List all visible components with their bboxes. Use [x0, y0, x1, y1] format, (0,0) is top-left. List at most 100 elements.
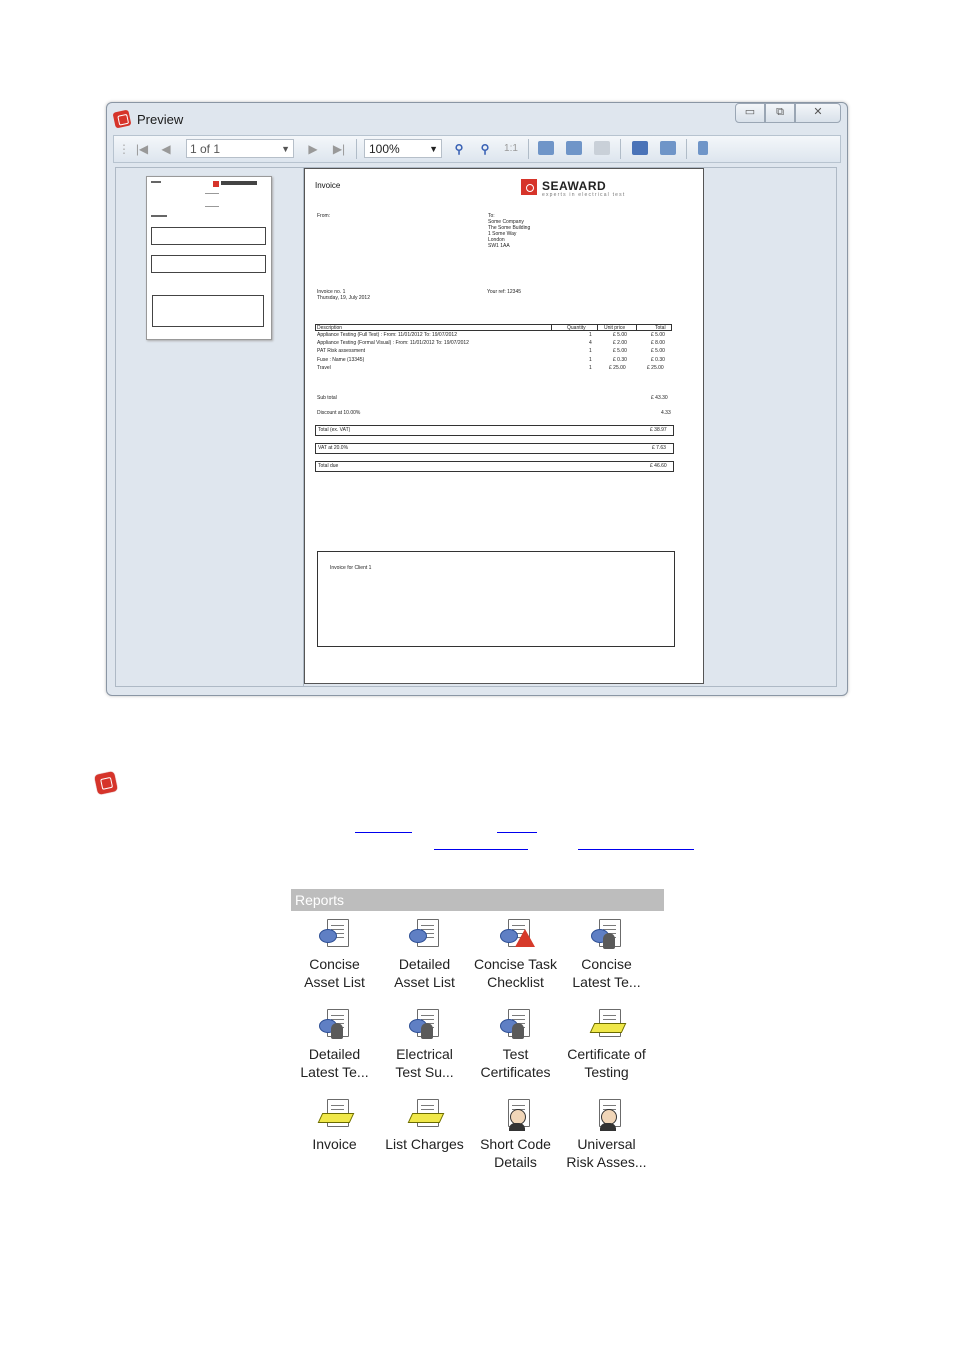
next-page-icon[interactable]: ▶: [306, 140, 320, 158]
report-universal-risk-assessment[interactable]: Universal Risk Asses...: [561, 1097, 652, 1171]
export-icon[interactable]: [594, 141, 610, 155]
table-row-quantity: 1: [589, 357, 592, 363]
table-rule: [315, 324, 316, 331]
report-label: Invoice: [312, 1136, 357, 1152]
report-concise-latest-test[interactable]: Concise Latest Te...: [561, 917, 652, 991]
table-row-description: Fuse : Name (13345): [317, 357, 365, 363]
print-icon[interactable]: [538, 141, 554, 155]
total-ex-vat-value: £ 38.97: [650, 427, 667, 433]
title-bar[interactable]: Preview ▭ ⧉ ✕: [107, 103, 847, 133]
hazard-report-icon: [499, 917, 535, 951]
thumbnail-table: [151, 227, 266, 245]
previous-page-icon[interactable]: ◀: [158, 140, 174, 158]
total-due-label: Total due: [318, 463, 339, 469]
restore-button[interactable]: ⧉: [765, 103, 795, 123]
table-row-quantity: 1: [589, 348, 592, 354]
table-row-quantity: 1: [589, 332, 592, 338]
report-concise-task-checklist[interactable]: Concise Task Checklist: [470, 917, 561, 991]
zoom-select[interactable]: 100% ▼: [364, 139, 442, 158]
report-certificate-of-testing[interactable]: Certificate of Testing: [561, 1007, 652, 1081]
close-button[interactable]: ✕: [795, 103, 841, 123]
report-label: Test Certificates: [480, 1046, 551, 1080]
report-label: Electrical Test Su...: [395, 1046, 454, 1080]
toolbar-separator: [686, 139, 687, 159]
thumbnail-note-box: [152, 295, 264, 327]
vat-box: VAT at 20.0% £ 7.63: [315, 443, 674, 454]
report-label: Short Code Details: [480, 1136, 551, 1170]
report-detailed-asset-list[interactable]: Detailed Asset List: [379, 917, 470, 991]
thumbnail-pane: [115, 167, 305, 687]
seaward-logo-tagline: experts in electrical test: [542, 192, 626, 198]
save-icon[interactable]: [632, 141, 648, 155]
table-row-total: £ 25.00: [647, 365, 664, 371]
report-label: Certificate of Testing: [567, 1046, 646, 1080]
invoice-date: Thursday, 19, July 2012: [317, 295, 370, 301]
total-ex-vat-label: Total (ex. VAT): [318, 427, 351, 433]
invoice-page: Invoice SEAWARD experts in electrical te…: [304, 168, 704, 684]
report-list-charges[interactable]: List Charges: [379, 1097, 470, 1153]
page-thumbnail[interactable]: [146, 176, 272, 340]
report-test-certificates[interactable]: Test Certificates: [470, 1007, 561, 1081]
report-concise-asset-list[interactable]: Concise Asset List: [289, 917, 380, 991]
table-row-unit-price: £ 2.00: [613, 340, 627, 346]
report-short-code-details[interactable]: Short Code Details: [470, 1097, 561, 1171]
toolbar-grip-icon: ⋮: [118, 142, 130, 156]
report-label: Concise Task Checklist: [473, 956, 557, 990]
minimize-button[interactable]: ▭: [735, 103, 765, 123]
report-person-icon: [318, 1007, 352, 1041]
window-controls: ▭ ⧉ ✕: [735, 103, 841, 123]
chevron-down-icon: ▼: [429, 144, 438, 154]
table-row-description: Travel: [317, 365, 331, 371]
link-underline[interactable]: [578, 849, 694, 850]
thumbnail-line: [151, 181, 161, 183]
first-page-icon[interactable]: |◀: [134, 140, 150, 158]
page-indicator[interactable]: 1 of 1 ▼: [186, 139, 294, 158]
bookmark-icon[interactable]: [698, 141, 708, 155]
chevron-down-icon: ▼: [281, 144, 290, 154]
zoom-out-icon[interactable]: ⚲: [476, 140, 494, 158]
link-underline[interactable]: [355, 832, 412, 833]
certificate-table-icon: [589, 1007, 626, 1041]
report-person-icon: [590, 917, 624, 951]
discount-value: 4.33: [661, 410, 671, 416]
invoice-title: Invoice: [315, 181, 341, 190]
report-invoice[interactable]: Invoice: [289, 1097, 380, 1153]
document-viewport[interactable]: Invoice SEAWARD experts in electrical te…: [303, 167, 837, 687]
person-doc-icon: [499, 1097, 533, 1131]
app-logo-icon: [112, 109, 132, 129]
report-label: Detailed Latest Te...: [300, 1046, 369, 1080]
report-detailed-latest-test[interactable]: Detailed Latest Te...: [289, 1007, 380, 1081]
table-rule: [551, 324, 552, 331]
report-person-icon: [499, 1007, 533, 1041]
report-label: Concise Latest Te...: [572, 956, 641, 990]
reports-header: Reports: [291, 889, 664, 911]
seaward-logo-text: SEAWARD: [542, 179, 607, 193]
print-setup-icon[interactable]: [566, 141, 582, 155]
toolbar-separator: [528, 139, 529, 159]
column-header-description: Description: [317, 325, 343, 331]
table-row-quantity: 4: [589, 340, 592, 346]
your-reference: Your ref: 12345: [487, 289, 522, 295]
zoom-in-icon[interactable]: ⚲: [450, 140, 468, 158]
column-header-unit-price: Unit price: [604, 325, 626, 331]
invoice-table-icon: [317, 1097, 354, 1131]
link-underline[interactable]: [497, 832, 537, 833]
charges-table-icon: [407, 1097, 444, 1131]
table-row-unit-price: £ 0.30: [613, 357, 627, 363]
thumbnail-line: [151, 215, 167, 217]
table-rule: [597, 324, 598, 331]
subtotal-label: Sub total: [317, 395, 337, 401]
thumbnail-logo-icon: [213, 181, 219, 187]
table-row-total: £ 5.00: [651, 332, 665, 338]
from-label: From:: [317, 213, 331, 219]
email-icon[interactable]: [660, 141, 676, 155]
actual-size-icon[interactable]: 1:1: [502, 140, 520, 158]
invoice-note-text: Invoice for Client 1: [330, 565, 372, 571]
last-page-icon[interactable]: ▶|: [330, 140, 348, 158]
report-electrical-test-summary[interactable]: Electrical Test Su...: [379, 1007, 470, 1081]
table-row-quantity: 1: [589, 365, 592, 371]
total-due-value: £ 46.60: [650, 463, 667, 469]
link-underline[interactable]: [434, 849, 528, 850]
report-doc-icon: [318, 917, 352, 951]
table-row-total: £ 0.30: [651, 357, 665, 363]
